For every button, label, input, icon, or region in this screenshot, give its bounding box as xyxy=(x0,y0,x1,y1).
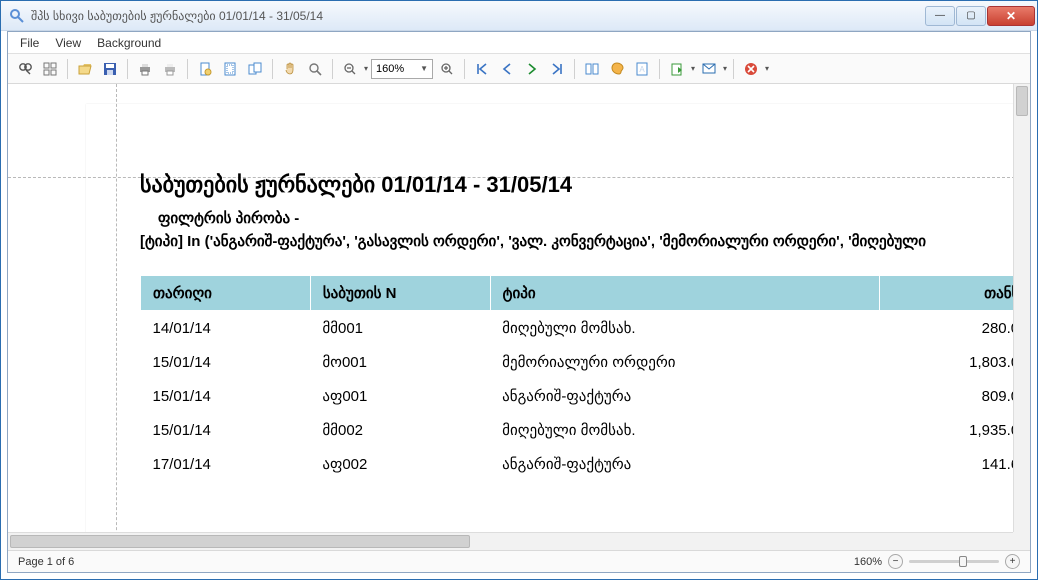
cell-amount: 809.00 xyxy=(880,379,1030,413)
table-row: 14/01/14მმ001მიღებული მომსახ.280.00 xyxy=(141,311,1031,346)
multipage-icon[interactable] xyxy=(581,58,603,80)
open-icon[interactable] xyxy=(74,58,96,80)
cell-type: ანგარიშ-ფაქტურა xyxy=(490,379,879,413)
zoom-plus-icon[interactable]: + xyxy=(1005,554,1020,569)
h-thumb[interactable] xyxy=(10,535,470,548)
table-row: 17/01/14აფ002ანგარიშ-ფაქტურა141.60 xyxy=(141,447,1031,481)
report-heading: საბუთების ჟურნალები 01/01/14 - 31/05/14 xyxy=(140,172,1030,198)
cell-type: მიღებული მომსახ. xyxy=(490,413,879,447)
cell-docno: მმ001 xyxy=(310,311,490,346)
window-title: შპს სხივი საბუთების ჟურნალები 01/01/14 -… xyxy=(31,9,925,23)
cell-type: მემორიალური ორდერი xyxy=(490,345,879,379)
col-amount: თანხა xyxy=(880,276,1030,311)
menu-file[interactable]: File xyxy=(20,36,39,50)
watermark-icon[interactable]: A xyxy=(631,58,653,80)
export-arrow-icon[interactable]: ▾ xyxy=(691,64,695,73)
zoom-out-icon[interactable] xyxy=(339,58,361,80)
print-icon[interactable] xyxy=(134,58,156,80)
mail-arrow-icon[interactable]: ▾ xyxy=(723,64,727,73)
v-thumb[interactable] xyxy=(1016,86,1028,116)
close-preview-icon[interactable] xyxy=(740,58,762,80)
save-icon[interactable] xyxy=(99,58,121,80)
filter-label: ფილტრის პირობა - xyxy=(140,208,1030,231)
minimize-button[interactable]: — xyxy=(925,6,955,26)
statusbar: Page 1 of 6 160% − + xyxy=(8,550,1030,572)
cell-amount: 1,803.00 xyxy=(880,345,1030,379)
cell-date: 15/01/14 xyxy=(141,345,311,379)
table-row: 15/01/14მო001მემორიალური ორდერი1,803.00 xyxy=(141,345,1031,379)
report-filter: ფილტრის პირობა - [ტიპი] In ('ანგარიშ-ფაქ… xyxy=(140,208,1030,253)
col-docno: საბუთის N xyxy=(310,276,490,311)
table-row: 15/01/14მმ002მიღებული მომსახ.1,935.00 xyxy=(141,413,1031,447)
cell-docno: მმ002 xyxy=(310,413,490,447)
menubar: File View Background xyxy=(8,32,1030,54)
color-icon[interactable] xyxy=(606,58,628,80)
mail-icon[interactable] xyxy=(698,58,720,80)
cell-date: 15/01/14 xyxy=(141,379,311,413)
thumbnails-icon[interactable] xyxy=(39,58,61,80)
cell-type: ანგარიშ-ფაქტურა xyxy=(490,447,879,481)
quick-print-icon[interactable] xyxy=(159,58,181,80)
zoom-handle[interactable] xyxy=(959,556,967,567)
margins-icon[interactable] xyxy=(219,58,241,80)
cell-date: 15/01/14 xyxy=(141,413,311,447)
scale-icon[interactable] xyxy=(244,58,266,80)
zoom-value: 160% xyxy=(376,63,404,75)
close-button[interactable]: ✕ xyxy=(987,6,1035,26)
report-table: თარიღი საბუთის N ტიპი თანხა 14/01/14მმ00… xyxy=(140,275,1030,481)
first-page-icon[interactable] xyxy=(471,58,493,80)
cell-date: 17/01/14 xyxy=(141,447,311,481)
cell-docno: მო001 xyxy=(310,345,490,379)
preview-viewport: საბუთების ჟურნალები 01/01/14 - 31/05/14 … xyxy=(8,84,1030,550)
cell-amount: 1,935.00 xyxy=(880,413,1030,447)
menu-background[interactable]: Background xyxy=(97,36,161,50)
find-icon[interactable] xyxy=(14,58,36,80)
zoom-minus-icon[interactable]: − xyxy=(888,554,903,569)
col-type: ტიპი xyxy=(490,276,879,311)
cell-docno: აფ001 xyxy=(310,379,490,413)
cell-date: 14/01/14 xyxy=(141,311,311,346)
zoom-slider[interactable] xyxy=(909,560,999,563)
next-page-icon[interactable] xyxy=(521,58,543,80)
horizontal-scrollbar[interactable] xyxy=(8,532,1013,550)
vertical-scrollbar[interactable] xyxy=(1013,84,1030,532)
table-row: 15/01/14აფ001ანგარიშ-ფაქტურა809.00 xyxy=(141,379,1031,413)
chevron-down-icon: ▼ xyxy=(420,64,428,73)
magnifier-icon[interactable] xyxy=(304,58,326,80)
last-page-icon[interactable] xyxy=(546,58,568,80)
toolbar: ▾ 160% ▼ A ▾ ▾ ▾ xyxy=(8,54,1030,84)
titlebar: შპს სხივი საბუთების ჟურნალები 01/01/14 -… xyxy=(1,1,1037,31)
prev-page-icon[interactable] xyxy=(496,58,518,80)
app-icon xyxy=(9,8,25,24)
hand-icon[interactable] xyxy=(279,58,301,80)
report-content: საბუთების ჟურნალები 01/01/14 - 31/05/14 … xyxy=(140,128,1030,481)
zoom-combo[interactable]: 160% ▼ xyxy=(371,59,433,79)
overflow-arrow-icon[interactable]: ▾ xyxy=(765,64,769,73)
cell-docno: აფ002 xyxy=(310,447,490,481)
cell-amount: 280.00 xyxy=(880,311,1030,346)
zoom-in-icon[interactable] xyxy=(436,58,458,80)
zoom-status: 160% xyxy=(854,556,882,568)
menu-view[interactable]: View xyxy=(55,36,81,50)
zoom-control: 160% − + xyxy=(854,554,1020,569)
svg-text:A: A xyxy=(639,65,645,74)
page-status: Page 1 of 6 xyxy=(18,556,74,568)
export-icon[interactable] xyxy=(666,58,688,80)
filter-expression: [ტიპი] In ('ანგარიშ-ფაქტურა', 'გასავლის … xyxy=(140,231,1030,254)
scroll-corner xyxy=(1013,532,1030,550)
cell-amount: 141.60 xyxy=(880,447,1030,481)
col-date: თარიღი xyxy=(141,276,311,311)
maximize-button[interactable]: ▢ xyxy=(956,6,986,26)
page-setup-icon[interactable] xyxy=(194,58,216,80)
zoom-out-arrow-icon[interactable]: ▾ xyxy=(364,64,368,73)
cell-type: მიღებული მომსახ. xyxy=(490,311,879,346)
